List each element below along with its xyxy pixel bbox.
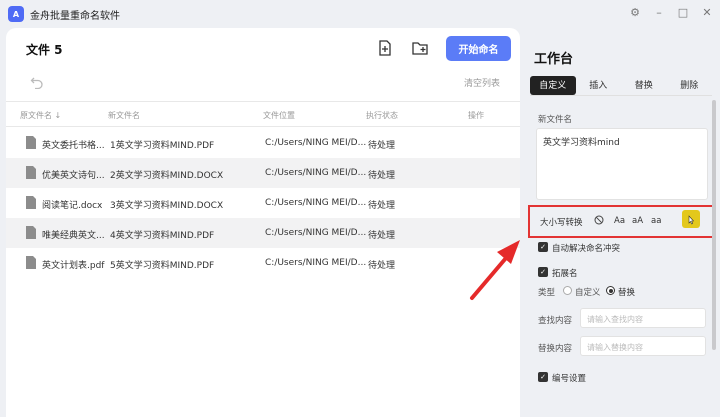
app-title: 金舟批量重命名软件 (30, 10, 120, 22)
case-conversion-group: 大小写转换 Aa aA aa (528, 205, 716, 238)
file-icon (26, 196, 36, 209)
row-new-name: 3英文学习资料MIND.DOCX (110, 201, 224, 211)
numbering-checkbox[interactable]: ✓ (538, 372, 548, 382)
tab-insert[interactable]: 插入 (576, 76, 622, 95)
col-status: 执行状态 (366, 111, 398, 120)
type-custom-radio[interactable] (563, 286, 572, 295)
row-location: C:/Users/NING MEI/D... (265, 198, 367, 208)
row-original-name: 英文委托书格... (42, 141, 105, 151)
start-rename-button[interactable]: 开始命名 (446, 36, 511, 61)
row-status: 待处理 (368, 261, 396, 271)
workbench-panel: 工作台 自定义 插入 替换 删除 新文件名 英文学习资料mind 大小写转换 A… (522, 28, 720, 417)
new-name-input[interactable]: 英文学习资料mind (536, 128, 708, 200)
type-label: 类型 (538, 288, 556, 298)
tab-replace[interactable]: 替换 (621, 76, 667, 95)
row-new-name: 1英文学习资料MIND.PDF (110, 141, 215, 151)
case-option-title[interactable]: Aa (614, 216, 625, 226)
row-status: 待处理 (368, 201, 396, 211)
row-original-name: 英文计划表.pdf (42, 261, 105, 271)
workbench-tabs: 自定义 插入 替换 删除 (530, 76, 712, 96)
row-location: C:/Users/NING MEI/D... (265, 258, 367, 268)
file-count: 文件 5 (26, 43, 63, 57)
table-header: 原文件名 ↓ 新文件名 文件位置 执行状态 操作 (6, 101, 520, 127)
add-folder-icon[interactable] (411, 39, 429, 57)
window-controls: ⚙ – □ ✕ (628, 6, 714, 19)
tab-custom[interactable]: 自定义 (530, 76, 576, 95)
table-row[interactable]: 英文委托书格... 1英文学习资料MIND.PDF C:/Users/NING … (6, 128, 520, 158)
table-row[interactable]: 优美英文诗句... 2英文学习资料MIND.DOCX C:/Users/NING… (6, 158, 520, 188)
type-replace-radio[interactable] (606, 286, 615, 295)
col-location: 文件位置 (263, 111, 295, 120)
maximize-icon[interactable]: □ (676, 6, 690, 19)
new-name-label: 新文件名 (538, 115, 573, 125)
case-option-upper[interactable] (682, 210, 700, 228)
auto-resolve-label: 自动解决命名冲突 (552, 244, 621, 254)
case-conversion-label: 大小写转换 (540, 218, 583, 228)
add-file-icon[interactable] (376, 39, 394, 57)
extension-checkbox[interactable]: ✓ (538, 267, 548, 277)
case-option-lower[interactable]: aa (651, 216, 661, 226)
row-status: 待处理 (368, 171, 396, 181)
file-icon (26, 256, 36, 269)
col-original-name[interactable]: 原文件名 ↓ (20, 110, 61, 121)
row-status: 待处理 (368, 141, 396, 151)
row-original-name: 唯美经典英文... (42, 231, 105, 241)
minimize-icon[interactable]: – (652, 6, 666, 19)
cursor-pointer-icon (688, 215, 695, 225)
extension-label: 拓展名 (552, 269, 578, 279)
file-icon (26, 166, 36, 179)
row-new-name: 5英文学习资料MIND.PDF (110, 261, 215, 271)
no-case-icon[interactable] (594, 215, 604, 225)
col-action: 操作 (468, 111, 484, 120)
col-new-name: 新文件名 (108, 111, 140, 120)
close-icon[interactable]: ✕ (700, 6, 714, 19)
row-original-name: 优美英文诗句... (42, 171, 105, 181)
replace-label: 替换内容 (538, 344, 573, 354)
app-logo: A (8, 6, 24, 22)
numbering-label: 编号设置 (552, 374, 587, 384)
row-location: C:/Users/NING MEI/D... (265, 228, 367, 238)
row-status: 待处理 (368, 231, 396, 241)
workbench-scrollbar[interactable] (712, 100, 716, 350)
settings-icon[interactable]: ⚙ (628, 6, 642, 19)
title-bar: A 金舟批量重命名软件 ⚙ – □ ✕ (0, 0, 720, 28)
type-custom-label: 自定义 (575, 288, 601, 298)
file-icon (26, 226, 36, 239)
file-icon (26, 136, 36, 149)
undo-icon[interactable] (30, 75, 44, 89)
type-replace-label: 替换 (618, 288, 636, 298)
tab-delete[interactable]: 删除 (667, 76, 713, 95)
find-input[interactable]: 请输入查找内容 (580, 308, 706, 328)
row-location: C:/Users/NING MEI/D... (265, 168, 367, 178)
table-row[interactable]: 阅读笔记.docx 3英文学习资料MIND.DOCX C:/Users/NING… (6, 188, 520, 218)
replace-input[interactable]: 请输入替换内容 (580, 336, 706, 356)
file-list-panel: 文件 5 开始命名 清空列表 原文件名 ↓ 新文件名 文件位置 执行状态 操作 … (6, 28, 520, 417)
clear-list-button[interactable]: 清空列表 (464, 76, 500, 89)
case-option-toggle[interactable]: aA (632, 216, 643, 226)
row-new-name: 2英文学习资料MIND.DOCX (110, 171, 224, 181)
find-label: 查找内容 (538, 316, 573, 326)
auto-resolve-checkbox[interactable]: ✓ (538, 242, 548, 252)
row-location: C:/Users/NING MEI/D... (265, 138, 367, 148)
table-row[interactable]: 唯美经典英文... 4英文学习资料MIND.PDF C:/Users/NING … (6, 218, 520, 248)
row-original-name: 阅读笔记.docx (42, 201, 103, 211)
row-new-name: 4英文学习资料MIND.PDF (110, 231, 215, 241)
table-row[interactable]: 英文计划表.pdf 5英文学习资料MIND.PDF C:/Users/NING … (6, 248, 520, 278)
workbench-title: 工作台 (534, 52, 574, 67)
